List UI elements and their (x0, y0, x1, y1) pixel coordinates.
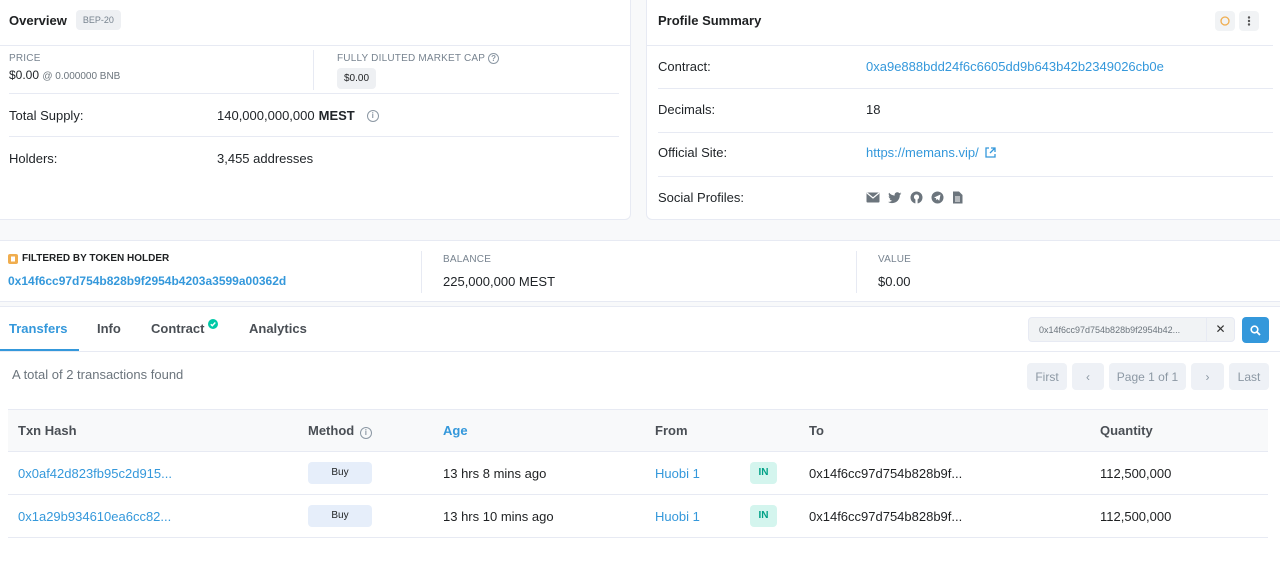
direction-badge: IN (750, 505, 777, 527)
total-supply-label: Total Supply: (9, 108, 84, 123)
price-value: $0.00 (9, 68, 40, 82)
overview-card: Overview BEP-20 PRICE $0.00 @ 0.000000 B… (0, 0, 631, 220)
search-button[interactable] (1242, 317, 1269, 343)
to-cell: 0x14f6cc97d754b828b9f... (799, 451, 1090, 495)
transfers-table: Txn Hash Method i Age From To Quantity 0… (8, 409, 1268, 538)
col-quantity: Quantity (1090, 409, 1268, 452)
col-age[interactable]: Age (433, 409, 645, 452)
transactions-summary: A total of 2 transactions found (12, 367, 184, 382)
quantity-cell: 112,500,000 (1090, 494, 1268, 538)
overview-title: Overview (9, 12, 67, 28)
active-tab-indicator (0, 349, 79, 351)
col-txn-hash: Txn Hash (8, 409, 298, 452)
pager-page-indicator: Page 1 of 1 (1109, 363, 1186, 390)
table-row: 0x1a29b934610ea6cc82... Buy 13 hrs 10 mi… (8, 494, 1268, 538)
pager-first-button[interactable]: First (1027, 363, 1067, 390)
telegram-icon[interactable] (931, 191, 944, 204)
filter-label: FILTERED BY TOKEN HOLDER (22, 253, 170, 264)
txn-hash-link[interactable]: 0x1a29b934610ea6cc82... (18, 509, 171, 524)
divider (9, 93, 619, 94)
transfers-panel: Transfers Info Contract Analytics ✕ A to… (0, 306, 1280, 561)
tab-contract[interactable]: Contract (151, 319, 219, 336)
fdmc-value: $0.00 (337, 68, 377, 89)
social-profiles-label: Social Profiles: (658, 190, 744, 205)
divider (658, 132, 1273, 133)
divider (313, 50, 314, 90)
external-link-icon[interactable] (985, 147, 996, 158)
twitter-icon[interactable] (888, 191, 902, 204)
clear-icon[interactable]: ✕ (1206, 318, 1234, 341)
to-cell: 0x14f6cc97d754b828b9f... (799, 494, 1090, 538)
col-method: Method i (298, 409, 433, 452)
col-method-label: Method (308, 422, 355, 438)
from-link[interactable]: Huobi 1 (655, 509, 700, 524)
official-site-link[interactable]: https://memans.vip/ (866, 145, 979, 160)
table-row: 0x0af42d823fb95c2d915... Buy 13 hrs 8 mi… (8, 451, 1268, 495)
quantity-cell: 112,500,000 (1090, 451, 1268, 495)
more-options-icon[interactable] (1239, 10, 1259, 31)
info-icon[interactable]: i (366, 109, 379, 122)
info-icon[interactable]: i (359, 426, 372, 439)
holder-address-link[interactable]: 0x14f6cc97d754b828b9f2954b4203a3599a0036… (8, 274, 286, 288)
divider (421, 251, 422, 293)
search-icon (1250, 324, 1261, 336)
divider (658, 176, 1273, 177)
profile-summary-card: Profile Summary Contract: 0xa9e888bdd24f… (646, 0, 1280, 220)
pager-next-button[interactable]: › (1191, 363, 1224, 390)
tab-transfers[interactable]: Transfers (9, 321, 68, 336)
tab-analytics[interactable]: Analytics (249, 321, 307, 336)
divider (856, 251, 857, 293)
token-symbol: MEST (318, 108, 355, 123)
tab-bar: Transfers Info Contract Analytics ✕ (0, 307, 1280, 352)
holders-value: 3,455 addresses (217, 151, 314, 166)
tab-info[interactable]: Info (97, 321, 121, 336)
pager-prev-button[interactable]: ‹ (1072, 363, 1104, 390)
tab-contract-label: Contract (151, 321, 205, 336)
txn-hash-link[interactable]: 0x0af42d823fb95c2d915... (18, 466, 172, 481)
price-label: PRICE (9, 53, 41, 64)
decimals-value: 18 (866, 102, 881, 117)
divider (647, 45, 1273, 46)
divider (9, 136, 619, 137)
envelope-icon[interactable] (866, 192, 880, 203)
balance-value: 225,000,000 MEST (443, 274, 556, 289)
github-icon[interactable] (910, 191, 923, 204)
contract-address-link[interactable]: 0xa9e888bdd24f6c6605dd9b643b42b2349026cb… (866, 59, 1164, 74)
contract-label: Contract: (658, 59, 711, 74)
col-to: To (799, 409, 1090, 452)
document-icon[interactable] (952, 191, 963, 204)
method-badge: Buy (308, 505, 372, 527)
profile-title: Profile Summary (658, 13, 762, 28)
age-cell: 13 hrs 10 mins ago (433, 494, 645, 538)
pager-last-button[interactable]: Last (1229, 363, 1269, 390)
divider (658, 88, 1273, 89)
address-search-box: ✕ (1028, 317, 1235, 342)
value-amount: $0.00 (878, 274, 911, 289)
total-supply-value: 140,000,000,000 (217, 108, 315, 123)
decimals-label: Decimals: (658, 102, 716, 117)
direction-badge: IN (750, 462, 777, 484)
token-holder-filter-bar: FILTERED BY TOKEN HOLDER 0x14f6cc97d754b… (0, 240, 1280, 302)
holders-label: Holders: (9, 151, 58, 166)
col-from: From (645, 409, 799, 452)
price-bnb: @ 0.000000 BNB (42, 71, 121, 82)
fdmc-label: FULLY DILUTED MARKET CAP (337, 53, 486, 64)
filter-holder-icon (8, 253, 18, 264)
official-site-label: Official Site: (658, 145, 728, 160)
search-input[interactable] (1029, 324, 1207, 335)
token-standard-badge: BEP-20 (75, 10, 121, 30)
question-icon[interactable]: ? (488, 53, 500, 64)
from-link[interactable]: Huobi 1 (655, 466, 700, 481)
circle-icon[interactable] (1215, 10, 1235, 31)
table-header-row: Txn Hash Method i Age From To Quantity (8, 409, 1268, 452)
balance-label: BALANCE (443, 254, 492, 265)
verified-check-icon (208, 319, 219, 329)
value-label: VALUE (878, 254, 912, 265)
method-badge: Buy (308, 462, 372, 484)
age-cell: 13 hrs 8 mins ago (433, 451, 645, 495)
